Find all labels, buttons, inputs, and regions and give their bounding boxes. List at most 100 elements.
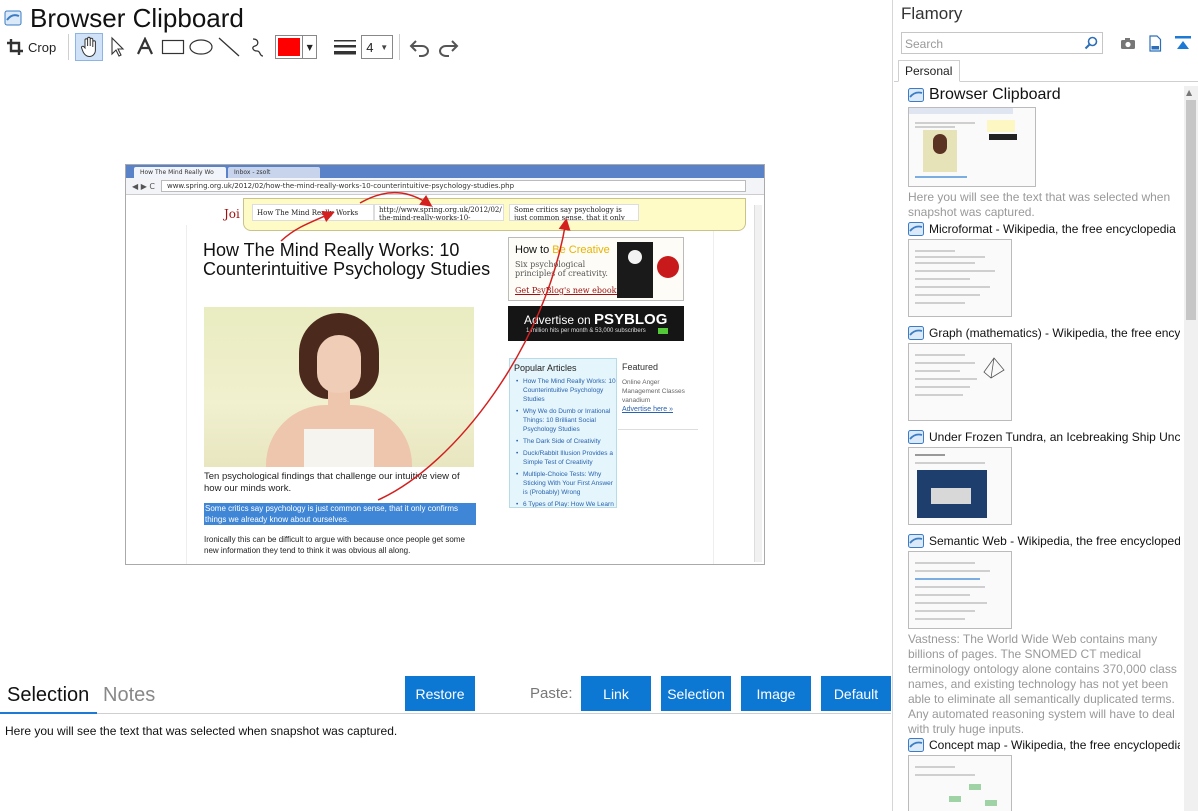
popular-article-link: Duck/Rabbit Illusion Provides a Simple T… [516, 449, 616, 467]
article-selected-text: Some critics say psychology is just comm… [204, 503, 476, 525]
window-title: Browser Clipboard [30, 2, 244, 33]
featured-box: Featured Online Anger Management Classes… [618, 358, 698, 430]
color-picker[interactable]: ▼ [275, 35, 318, 59]
text-tool-button[interactable] [131, 33, 159, 61]
restore-button[interactable]: Restore [405, 676, 475, 711]
popular-article-link: The Dark Side of Creativity [516, 437, 616, 446]
browser-tab-strip: How The Mind Really Wo Inbox - zsolt [126, 165, 764, 178]
title-row: Browser Clipboard [4, 2, 244, 34]
page-icon [908, 88, 924, 102]
paste-label: Paste: [530, 685, 573, 702]
redo-button[interactable] [434, 33, 462, 61]
collapse-button[interactable] [1174, 34, 1192, 52]
tab-personal[interactable]: Personal [898, 60, 960, 82]
search-input[interactable] [902, 34, 1077, 54]
popular-articles: Popular Articles How The Mind Really Wor… [509, 358, 617, 508]
clip-chip: How The Mind Really Works [252, 204, 374, 221]
popular-article-link: How The Mind Really Works: 10 Counterint… [516, 377, 616, 404]
arrow-icon [658, 328, 668, 334]
sidebar-title: Flamory [901, 4, 963, 23]
search-box [901, 32, 1103, 54]
page-scrollbar [754, 205, 762, 562]
advertise-banner: Advertise on PSYBLOG 1 million hits per … [508, 306, 684, 341]
collapse-up-icon [1175, 36, 1191, 49]
app-window: Browser Clipboard Crop ▼ 4 ▼ How The Min… [0, 0, 1198, 811]
camera-button[interactable] [1119, 34, 1137, 52]
pointer-icon [111, 36, 125, 57]
list-item-title: Semantic Web - Wikipedia, the free encyc… [929, 534, 1180, 548]
line-tool-button[interactable] [215, 33, 243, 61]
selection-text-area[interactable]: Here you will see the text that was sele… [5, 724, 397, 738]
color-swatch [278, 38, 301, 56]
document-button[interactable] [1146, 34, 1164, 52]
list-item[interactable]: Graph (mathematics) - Wikipedia, the fre… [908, 326, 1180, 421]
flamory-sidebar: Flamory Per [894, 0, 1198, 811]
line-width-value: 4 [366, 39, 374, 55]
bottom-toolbar: Selection Notes Restore Paste: Link Sele… [0, 676, 893, 714]
crop-button[interactable]: Crop [6, 33, 62, 61]
list-item-title: Concept map - Wikipedia, the free encycl… [929, 738, 1180, 752]
hand-tool-button[interactable] [75, 33, 104, 61]
line-width-select[interactable]: 4 ▼ [361, 35, 394, 59]
featured-link: Advertise here » [622, 406, 673, 413]
featured-body: Online Anger Management Classes vanadium [622, 379, 685, 404]
paste-selection-button[interactable]: Selection [661, 676, 731, 711]
page-icon [908, 326, 924, 340]
paste-default-button[interactable]: Default [821, 676, 891, 711]
camera-icon [1121, 38, 1135, 49]
browser-tab: Inbox - zsolt [228, 167, 320, 178]
featured-heading: Featured [622, 362, 659, 372]
toolbar-separator [68, 34, 70, 60]
pointer-tool-button[interactable] [103, 33, 131, 61]
page-join-text: Joi [224, 207, 240, 221]
list-item-title: Under Frozen Tundra, an Icebreaking Ship… [929, 430, 1180, 444]
article-body: Ironically this can be difficult to argu… [204, 535, 465, 555]
snapshot-thumbnail [908, 551, 1012, 629]
snapshot-list: Browser Clipboard Here you will see the … [908, 86, 1180, 811]
popular-article-link: Multiple-Choice Tests: Why Sticking With… [516, 470, 616, 497]
crop-icon [7, 39, 23, 55]
list-item-description: Vastness: The World Wide Web contains ma… [908, 632, 1177, 736]
search-icon[interactable] [1084, 36, 1098, 50]
list-item[interactable]: Microformat - Wikipedia, the free encycl… [908, 222, 1180, 317]
page-icon [908, 222, 924, 236]
bulb-icon [628, 250, 642, 264]
list-item[interactable]: Browser Clipboard Here you will see the … [908, 86, 1180, 220]
undo-button[interactable] [406, 33, 434, 61]
ellipse-icon [189, 39, 213, 55]
clip-chip: http://www.spring.org.uk/2012/02/ the-mi… [374, 204, 504, 221]
rectangle-icon [162, 39, 185, 55]
browser-url: www.spring.org.uk/2012/02/how-the-mind-r… [160, 180, 746, 192]
snapshot-thumbnail [908, 239, 1012, 317]
clip-chip: Some critics say psychology is just comm… [509, 204, 639, 221]
rectangle-tool-button[interactable] [159, 33, 187, 61]
browser-nav-icons: ◀ ▶ C [132, 181, 155, 191]
tab-notes[interactable]: Notes [103, 684, 155, 707]
scrollbar-thumb[interactable] [1186, 100, 1196, 320]
list-item-title: Graph (mathematics) - Wikipedia, the fre… [929, 326, 1180, 340]
list-item-title: Microformat - Wikipedia, the free encycl… [929, 222, 1176, 236]
paste-link-button[interactable]: Link [581, 676, 651, 711]
snapshot-canvas[interactable]: How The Mind Really Wo Inbox - zsolt ◀ ▶… [125, 164, 765, 565]
toolbar-separator [399, 34, 401, 60]
line-width-button[interactable] [331, 33, 359, 61]
tab-selection[interactable]: Selection [7, 684, 89, 707]
article-heading: How The Mind Really Works: 10 Counterint… [203, 240, 491, 279]
page-icon [908, 738, 924, 752]
scroll-up-icon[interactable]: ▲ [1186, 88, 1192, 97]
line-icon [218, 37, 240, 57]
ebook-ad: How to Be Creative Six psychological pri… [508, 237, 684, 301]
paste-image-button[interactable]: Image [741, 676, 811, 711]
drawing-toolbar: Crop ▼ 4 ▼ [6, 33, 462, 61]
article-photo [204, 307, 474, 467]
snapshot-thumbnail [908, 107, 1036, 187]
list-item[interactable]: Semantic Web - Wikipedia, the free encyc… [908, 534, 1180, 737]
list-item-description: Here you will see the text that was sele… [908, 190, 1171, 219]
hand-icon [81, 36, 97, 58]
freehand-tool-button[interactable] [243, 33, 271, 61]
list-item[interactable]: Concept map - Wikipedia, the free encycl… [908, 738, 1180, 811]
ellipse-tool-button[interactable] [187, 33, 215, 61]
chevron-down-icon: ▼ [302, 36, 316, 58]
list-item[interactable]: Under Frozen Tundra, an Icebreaking Ship… [908, 430, 1180, 525]
sidebar-scrollbar[interactable]: ▲ [1184, 86, 1198, 811]
